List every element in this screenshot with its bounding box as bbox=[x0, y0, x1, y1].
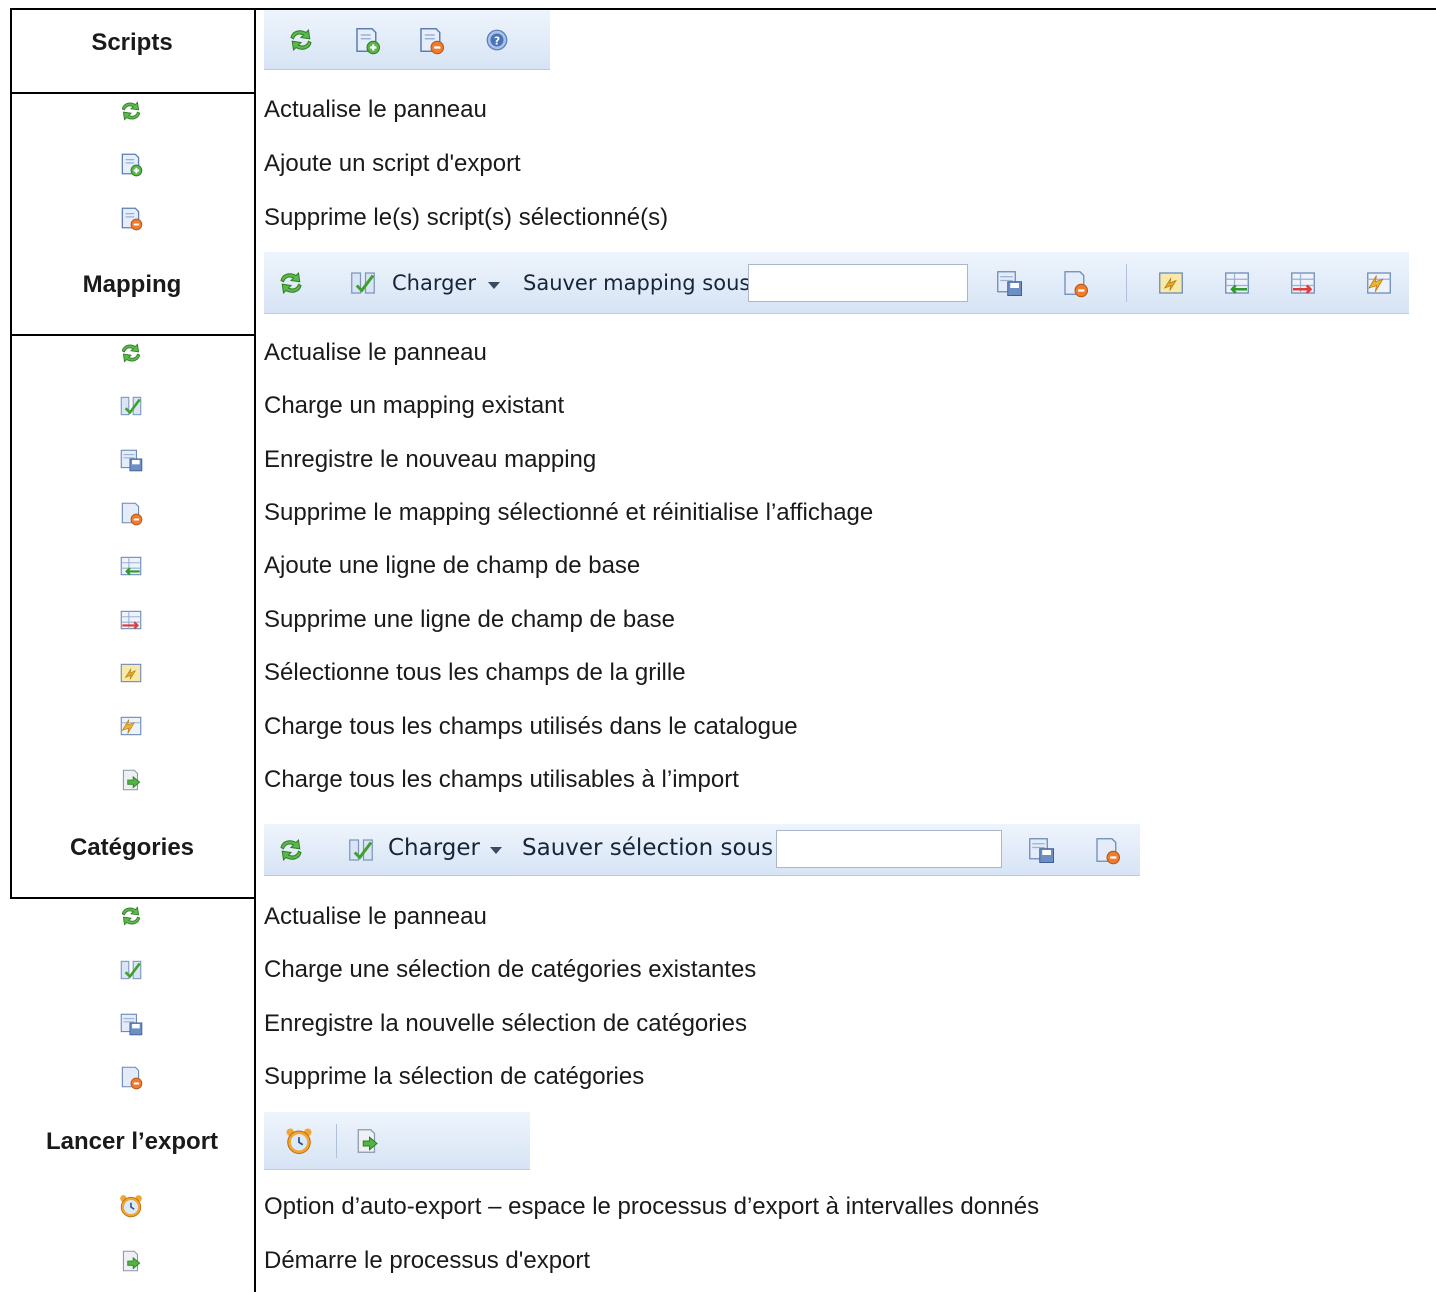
categories-toolbar: Charger Sauver sélection sous bbox=[264, 824, 1140, 876]
alarm-clock-icon[interactable] bbox=[284, 1126, 314, 1156]
frame-row-rule-1 bbox=[10, 92, 256, 94]
select-all-icon bbox=[118, 660, 144, 686]
selection-name-input[interactable] bbox=[776, 830, 1002, 868]
delete-icon[interactable] bbox=[1060, 268, 1090, 298]
section-title-scripts: Scripts bbox=[91, 29, 173, 56]
frame-top bbox=[10, 8, 1436, 10]
frame-row-rule-3 bbox=[10, 897, 256, 899]
categories-desc-1: Actualise le panneau bbox=[264, 903, 487, 930]
mapping-desc-3: Enregistre le nouveau mapping bbox=[264, 446, 597, 473]
save-icon[interactable] bbox=[994, 268, 1024, 298]
remove-script-icon[interactable] bbox=[416, 25, 446, 55]
categories-load-button[interactable]: Charger bbox=[388, 835, 480, 861]
mapping-toolbar: Charger Sauver mapping sous bbox=[264, 252, 1409, 314]
load-mapping-icon bbox=[118, 393, 144, 419]
load-selection-icon[interactable] bbox=[346, 835, 376, 865]
mapping-save-as-label: Sauver mapping sous bbox=[523, 271, 751, 295]
alarm-clock-icon bbox=[118, 1193, 144, 1219]
select-all-icon[interactable] bbox=[1156, 268, 1186, 298]
delete-icon[interactable] bbox=[1092, 835, 1122, 865]
mapping-name-input[interactable] bbox=[748, 264, 968, 302]
add-row-icon[interactable] bbox=[1222, 268, 1252, 298]
load-used-fields-icon bbox=[118, 713, 144, 739]
export-desc-2: Démarre le processus d'export bbox=[264, 1247, 591, 1274]
mapping-desc-9: Charge tous les champs utilisables à l’i… bbox=[264, 766, 739, 793]
help-icon[interactable] bbox=[484, 27, 510, 53]
export-desc-1: Option d’auto-export – espace le process… bbox=[264, 1193, 1040, 1220]
remove-row-icon[interactable] bbox=[1288, 268, 1318, 298]
refresh-icon bbox=[118, 903, 144, 929]
load-import-fields-icon bbox=[118, 767, 144, 793]
scripts-desc-1: Actualise le panneau bbox=[264, 96, 487, 123]
export-toolbar bbox=[264, 1112, 530, 1170]
refresh-icon bbox=[118, 98, 144, 124]
mapping-desc-7: Sélectionne tous les champs de la grille bbox=[264, 659, 686, 686]
load-used-fields-icon[interactable] bbox=[1364, 268, 1394, 298]
remove-script-icon bbox=[118, 205, 144, 231]
categories-desc-4: Supprime la sélection de catégories bbox=[264, 1063, 645, 1090]
save-icon[interactable] bbox=[1026, 835, 1056, 865]
categories-desc-2: Charge une sélection de catégories exist… bbox=[264, 956, 757, 983]
frame-row-rule-2 bbox=[10, 334, 256, 336]
section-title-categories: Catégories bbox=[69, 834, 195, 861]
mapping-desc-6: Supprime une ligne de champ de base bbox=[264, 606, 675, 633]
refresh-icon[interactable] bbox=[286, 25, 316, 55]
add-row-icon bbox=[118, 553, 144, 579]
start-export-icon bbox=[118, 1248, 144, 1274]
remove-row-icon bbox=[118, 607, 144, 633]
mapping-desc-5: Ajoute une ligne de champ de base bbox=[264, 552, 641, 579]
scripts-desc-3: Supprime le(s) script(s) sélectionné(s) bbox=[264, 204, 669, 231]
load-selection-icon bbox=[118, 957, 144, 983]
delete-icon bbox=[118, 1064, 144, 1090]
categories-save-as-label: Sauver sélection sous bbox=[522, 835, 774, 861]
refresh-icon[interactable] bbox=[276, 835, 306, 865]
load-mapping-icon[interactable] bbox=[348, 268, 378, 298]
save-icon bbox=[118, 447, 144, 473]
refresh-icon[interactable] bbox=[276, 268, 306, 298]
chevron-down-icon[interactable] bbox=[490, 847, 502, 854]
delete-icon bbox=[118, 500, 144, 526]
add-script-icon[interactable] bbox=[352, 25, 382, 55]
section-title-mapping: Mapping bbox=[82, 271, 182, 298]
frame-divider bbox=[254, 8, 256, 1292]
scripts-desc-2: Ajoute un script d'export bbox=[264, 150, 521, 177]
frame-left-2 bbox=[10, 335, 12, 899]
mapping-desc-4: Supprime le mapping sélectionné et réini… bbox=[264, 499, 874, 526]
mapping-desc-1: Actualise le panneau bbox=[264, 339, 487, 366]
start-export-icon[interactable] bbox=[352, 1126, 382, 1156]
refresh-icon bbox=[118, 340, 144, 366]
categories-desc-3: Enregistre la nouvelle sélection de caté… bbox=[264, 1010, 747, 1037]
toolbar-separator bbox=[336, 1124, 337, 1158]
scripts-toolbar bbox=[264, 10, 550, 70]
toolbar-separator bbox=[1126, 264, 1127, 302]
mapping-desc-2: Charge un mapping existant bbox=[264, 392, 565, 419]
add-script-icon bbox=[118, 151, 144, 177]
mapping-desc-8: Charge tous les champs utilisés dans le … bbox=[264, 713, 798, 740]
save-icon bbox=[118, 1011, 144, 1037]
section-title-export: Lancer l’export bbox=[45, 1128, 219, 1155]
mapping-load-button[interactable]: Charger bbox=[392, 271, 476, 295]
chevron-down-icon[interactable] bbox=[488, 282, 500, 289]
